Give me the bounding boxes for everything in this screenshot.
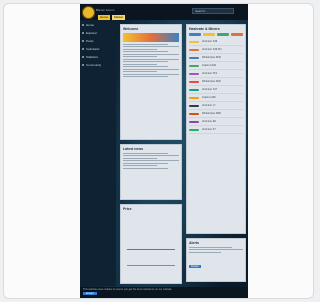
miner-row[interactable]: Antminer S19 bbox=[189, 38, 243, 46]
sidebar: Home Explorer Pools Calculator Statistic… bbox=[80, 20, 116, 286]
accept-cookies-button[interactable]: Accept bbox=[83, 292, 97, 295]
miner-row[interactable]: Whatsminer M50 bbox=[189, 110, 243, 118]
miner-label: Antminer K7 bbox=[202, 128, 216, 131]
chart-series-line bbox=[127, 265, 175, 266]
miner-color-swatch bbox=[189, 64, 199, 67]
miner-row[interactable]: Antminer E9 bbox=[189, 118, 243, 126]
miner-row[interactable]: Antminer T19 bbox=[189, 70, 243, 78]
miner-color-swatch bbox=[189, 56, 199, 59]
welcome-panel: Welcome bbox=[120, 24, 182, 140]
hashrate-title: Hashrate & Miners bbox=[189, 27, 220, 31]
statistics-icon bbox=[82, 55, 84, 58]
miner-label: Whatsminer M50 bbox=[202, 112, 221, 115]
price-chart-panel: Price bbox=[120, 204, 182, 284]
miner-label: Antminer S19 Pro bbox=[202, 48, 222, 51]
miner-label: Antminer E9 bbox=[202, 120, 216, 123]
hashrate-panel: Hashrate & Miners Antminer S19 Antminer S… bbox=[186, 24, 246, 234]
miner-row[interactable]: Antminer S17 bbox=[189, 86, 243, 94]
miner-list: Antminer S19 Antminer S19 Pro Whatsminer M… bbox=[189, 38, 243, 134]
miner-label: Whatsminer M30 bbox=[202, 56, 221, 59]
sidebar-item-home[interactable]: Home bbox=[82, 21, 114, 28]
miner-label: Avalon 1246 bbox=[202, 64, 216, 67]
promo-banner[interactable] bbox=[123, 33, 179, 42]
miner-row[interactable]: Antminer L7 bbox=[189, 102, 243, 110]
miner-color-swatch bbox=[189, 40, 199, 43]
news-panel: Latest news bbox=[120, 144, 182, 200]
explorer-icon bbox=[82, 31, 84, 34]
miner-color-swatch bbox=[189, 88, 199, 91]
alerts-title: Alerts bbox=[189, 241, 199, 245]
miner-label: Avalon 1166 bbox=[202, 96, 216, 99]
miner-color-swatch bbox=[189, 96, 199, 99]
miner-color-swatch bbox=[189, 72, 199, 75]
welcome-title: Welcome bbox=[123, 27, 139, 31]
calculator-icon bbox=[82, 47, 84, 50]
news-title: Latest news bbox=[123, 147, 144, 151]
cookie-text: This website uses cookies to ensure you … bbox=[83, 288, 173, 291]
miner-color-swatch bbox=[189, 104, 199, 107]
sidebar-item-pools[interactable]: Pools bbox=[82, 37, 114, 44]
sidebar-item-explorer[interactable]: Explorer bbox=[82, 29, 114, 36]
miner-color-swatch bbox=[189, 128, 199, 131]
top-bar: Bitcoin Forum Home Market Search... bbox=[80, 4, 248, 20]
brand-name: Bitcoin Forum bbox=[96, 8, 115, 12]
alerts-panel: Alerts Accept bbox=[186, 238, 246, 282]
miner-row[interactable]: Antminer K7 bbox=[189, 126, 243, 134]
miner-row[interactable]: Avalon 1246 bbox=[189, 62, 243, 70]
cookie-bar: This website uses cookies to ensure you … bbox=[80, 287, 248, 298]
community-icon bbox=[82, 63, 84, 66]
miner-label: Antminer L7 bbox=[202, 104, 216, 107]
miner-color-swatch bbox=[189, 80, 199, 83]
site-window: Bitcoin Forum Home Market Search... Home… bbox=[80, 4, 248, 298]
miner-row[interactable]: Antminer S19 Pro bbox=[189, 46, 243, 54]
miner-row[interactable]: Whatsminer M20 bbox=[189, 78, 243, 86]
search-input[interactable]: Search... bbox=[192, 8, 234, 14]
miner-color-swatch bbox=[189, 48, 199, 51]
miner-label: Antminer S17 bbox=[202, 88, 218, 91]
miner-color-swatch bbox=[189, 112, 199, 115]
chart-series-line bbox=[127, 249, 175, 250]
miner-label: Antminer T19 bbox=[202, 72, 217, 75]
miner-label: Antminer S19 bbox=[202, 40, 218, 43]
miner-row[interactable]: Whatsminer M30 bbox=[189, 54, 243, 62]
view-alerts-button[interactable]: Accept bbox=[189, 265, 201, 268]
legend bbox=[189, 33, 243, 36]
pools-icon bbox=[82, 39, 84, 42]
miner-color-swatch bbox=[189, 120, 199, 123]
sidebar-item-community[interactable]: Community bbox=[82, 61, 114, 68]
sidebar-item-calculator[interactable]: Calculator bbox=[82, 45, 114, 52]
miner-row[interactable]: Avalon 1166 bbox=[189, 94, 243, 102]
home-icon bbox=[82, 23, 84, 26]
logo-icon[interactable] bbox=[82, 6, 95, 19]
sidebar-item-statistics[interactable]: Statistics bbox=[82, 53, 114, 60]
miner-label: Whatsminer M20 bbox=[202, 80, 221, 83]
chart-title: Price bbox=[123, 207, 132, 211]
